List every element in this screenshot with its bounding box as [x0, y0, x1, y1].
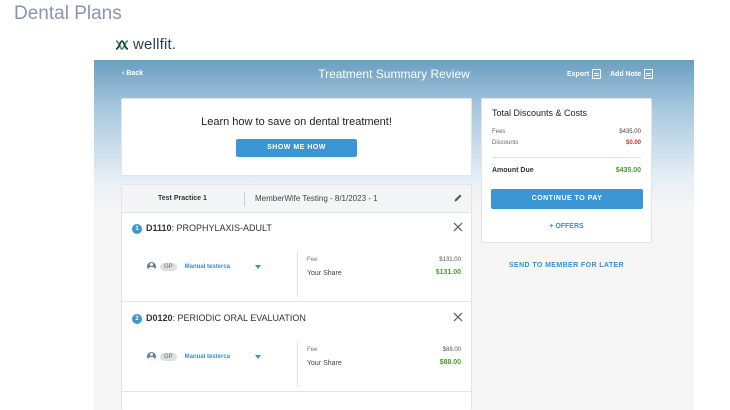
offers-link[interactable]: + OFFERS [482, 223, 651, 230]
promo-text: Learn how to save on dental treatment! [201, 116, 392, 128]
app-window: ‹ Back Treatment Summary Review Export A… [94, 60, 694, 410]
procedure-code: D0120 [146, 313, 173, 323]
provider-row: GP Manual testerca [147, 352, 230, 361]
top-bar: ‹ Back Treatment Summary Review Export A… [94, 60, 694, 90]
chevron-down-icon[interactable] [255, 355, 261, 359]
fee-label: Fee [307, 257, 318, 263]
procedure-title: D0120: PERIODIC ORAL EVALUATION [146, 313, 306, 323]
procedure-number: 2 [132, 314, 142, 324]
fee-value: $88.00 [442, 347, 461, 353]
summary-card: Total Discounts & Costs Fees $435.00 Dis… [481, 98, 652, 243]
fees-value: $435.00 [619, 129, 641, 135]
discounts-row: Discounts $0.00 [492, 140, 641, 146]
send-to-member-link[interactable]: SEND TO MEMBER FOR LATER [481, 262, 652, 269]
amount-due-label: Amount Due [492, 167, 534, 174]
slide-title: Dental Plans [14, 3, 122, 24]
your-share-value: $88.00 [439, 359, 461, 366]
amount-due-row: Amount Due $435.00 [492, 167, 641, 174]
discounts-label: Discounts [492, 140, 519, 146]
item-divider [297, 251, 298, 297]
procedure-description: : PERIODIC ORAL EVALUATION [172, 313, 306, 323]
practice-name: Test Practice 1 [158, 195, 207, 202]
provider-row: GP Manual testerca [147, 262, 230, 271]
amount-due-value: $435.00 [615, 167, 641, 174]
continue-to-pay-button[interactable]: CONTINUE TO PAY [491, 189, 643, 209]
brand-name: wellfit. [133, 36, 177, 53]
show-me-how-button[interactable]: SHOW ME HOW [236, 139, 357, 157]
export-label: Export [567, 70, 590, 78]
wellfit-logo-icon [115, 39, 129, 50]
export-button[interactable]: Export [567, 69, 602, 79]
close-icon[interactable] [453, 222, 463, 232]
your-share-label: Your Share [307, 360, 342, 367]
fees-row: Fees $435.00 [492, 129, 641, 135]
procedure-item: 1 D1110: PROPHYLAXIS-ADULT GP Manual tes… [122, 213, 471, 302]
summary-title: Total Discounts & Costs [492, 108, 588, 118]
provider-type-badge: GP [160, 352, 177, 361]
page-title: Treatment Summary Review [318, 67, 470, 81]
procedure-title: D1110: PROPHYLAXIS-ADULT [146, 223, 272, 233]
fee-value: $131.00 [439, 257, 461, 263]
avatar-icon [147, 352, 156, 361]
chevron-down-icon[interactable] [255, 265, 261, 269]
your-share-value: $131.00 [435, 269, 461, 276]
add-note-label: Add Note [610, 70, 642, 78]
procedure-item: 2 D0120: PERIODIC ORAL EVALUATION GP Man… [122, 303, 471, 392]
discounts-value: $0.00 [625, 140, 641, 146]
note-icon [644, 69, 654, 79]
header-divider [244, 192, 245, 206]
procedure-description: : PROPHYLAXIS-ADULT [171, 223, 272, 233]
item-divider [297, 341, 298, 387]
procedure-number: 1 [132, 224, 142, 234]
fee-label: Fee [307, 347, 318, 353]
provider-select[interactable]: Manual testerca [185, 264, 230, 270]
provider-select[interactable]: Manual testerca [185, 354, 230, 360]
wellfit-logo: wellfit. [114, 36, 176, 53]
fees-label: Fees [492, 129, 506, 135]
your-share-label: Your Share [307, 270, 342, 277]
promo-card: Learn how to save on dental treatment! S… [121, 98, 472, 176]
procedure-code: D1110 [146, 223, 172, 233]
export-icon [592, 69, 602, 79]
member-info: MemberWife Testing - 8/1/2023 - 1 [255, 194, 378, 203]
provider-type-badge: GP [160, 262, 177, 271]
treatment-card: Test Practice 1 MemberWife Testing - 8/1… [121, 184, 472, 410]
summary-divider [492, 157, 641, 158]
add-note-button[interactable]: Add Note [610, 69, 654, 79]
avatar-icon [147, 262, 156, 271]
close-icon[interactable] [453, 312, 463, 322]
treatment-header: Test Practice 1 MemberWife Testing - 8/1… [122, 185, 471, 213]
pencil-icon[interactable] [453, 193, 463, 203]
